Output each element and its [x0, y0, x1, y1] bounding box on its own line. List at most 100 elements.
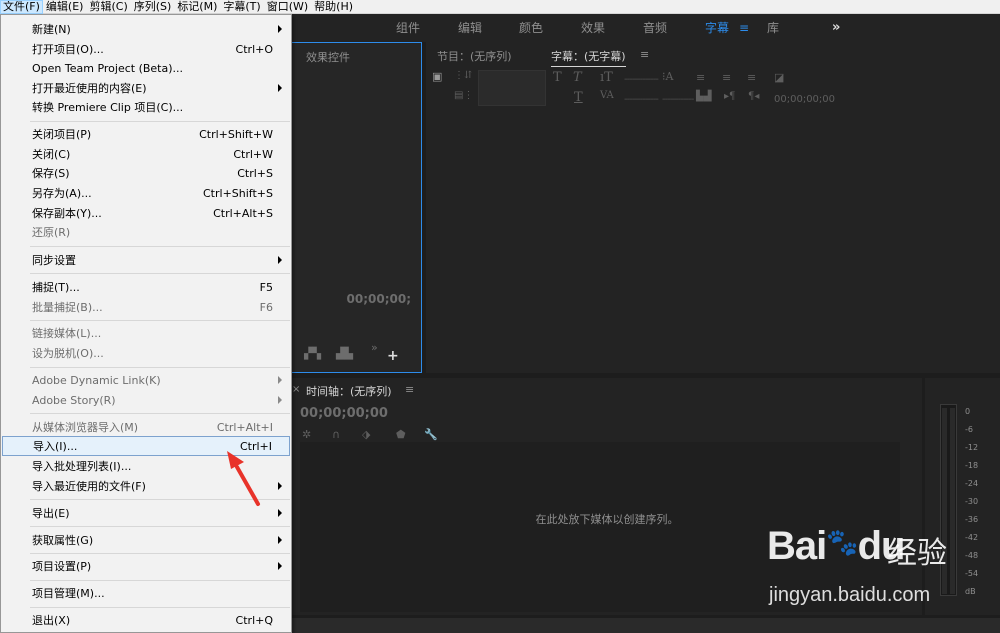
menu-separator [30, 320, 290, 321]
menu-item-open-project[interactable]: 打开项目(O)... Ctrl+O [2, 39, 290, 59]
workspace-tab-effects[interactable]: 效果 [581, 14, 605, 42]
font-size-icon[interactable]: ıT [600, 70, 613, 85]
menu-item-project-manager[interactable]: 项目管理(M)... [2, 583, 290, 603]
tab-stops-icon[interactable]: ▙▟ [696, 91, 711, 102]
meter-label: -18 [965, 461, 979, 470]
menu-item-capture[interactable]: 捕捉(T)... F5 [2, 277, 290, 297]
menu-item-make-offline[interactable]: 设为脱机(O)... [2, 343, 290, 363]
leading-icon[interactable]: ⁝A [662, 70, 673, 83]
caption-type-icon[interactable]: ▣ [432, 70, 442, 83]
nest-icon[interactable]: ✲ [302, 428, 311, 441]
submenu-arrow-icon [278, 482, 282, 490]
menu-item-convert-clip[interactable]: 转换 Premiere Clip 项目(C)... [2, 97, 290, 117]
bold-icon[interactable]: T [553, 70, 562, 85]
background-icon[interactable]: ◪ [774, 71, 784, 84]
underline-icon[interactable]: T [574, 90, 583, 105]
linked-selection-icon[interactable]: ⬗ [362, 428, 370, 441]
menu-item-dynamic-link[interactable]: Adobe Dynamic Link(K) [2, 370, 290, 390]
menu-separator [30, 367, 290, 368]
annotation-arrow-icon [227, 451, 260, 506]
kerning-field[interactable]: ------------- [624, 94, 659, 105]
menu-item-link-media[interactable]: 链接媒体(L)... [2, 323, 290, 343]
menu-edit[interactable]: 编辑(E) [43, 0, 87, 14]
export-icon[interactable]: ▟▙ [336, 347, 353, 360]
watermark-cn: 经验 [887, 536, 947, 571]
menu-help[interactable]: 帮助(H) [311, 0, 356, 14]
workspace-tab-assembly[interactable]: 组件 [396, 14, 420, 42]
menu-item-sync-settings[interactable]: 同步设置 [2, 250, 290, 270]
workspace-tab-color[interactable]: 颜色 [519, 14, 543, 42]
submenu-arrow-icon [278, 256, 282, 264]
leading-field[interactable]: ------------ [662, 94, 694, 105]
menu-sequence[interactable]: 序列(S) [131, 0, 175, 14]
caption-panel-menu-icon[interactable]: ≡ [640, 48, 649, 61]
tab-caption[interactable]: 字幕：(无字幕) [551, 48, 626, 67]
add-icon[interactable]: + [387, 348, 399, 364]
wrench-icon[interactable]: 🔧 [424, 428, 438, 441]
add-marker-icon[interactable]: ⬟ [396, 428, 406, 441]
workspace-tab-audio[interactable]: 音频 [643, 14, 667, 42]
menu-separator [30, 413, 290, 414]
menu-item-open-recent[interactable]: 打开最近使用的内容(E) [2, 78, 290, 98]
submenu-arrow-icon [278, 84, 282, 92]
menu-item-exit[interactable]: 退出(X) Ctrl+Q [2, 610, 290, 630]
tab-timeline[interactable]: 时间轴：(无序列) [306, 383, 392, 399]
submenu-arrow-icon [278, 376, 282, 384]
workspace-menu-icon[interactable]: ≡ [739, 14, 749, 42]
submenu-arrow-icon [278, 509, 282, 517]
italic-icon[interactable]: T [573, 70, 582, 85]
menu-item-close[interactable]: 关闭(C) Ctrl+W [2, 144, 290, 164]
menu-item-adobe-story[interactable]: Adobe Story(R) [2, 390, 290, 410]
file-menu-dropdown: 新建(N) 打开项目(O)... Ctrl+O Open Team Project… [0, 14, 292, 633]
meter-label: 0 [965, 407, 971, 416]
menu-item-get-properties[interactable]: 获取属性(G) [2, 530, 290, 550]
caption-position-icon[interactable]: ▤⋮ [454, 90, 473, 101]
menu-item-save-copy[interactable]: 保存副本(Y)... Ctrl+Alt+S [2, 203, 290, 223]
align-right-icon[interactable]: ≡ [747, 71, 756, 84]
indent-icon[interactable]: ▸¶ [724, 91, 735, 102]
snap-icon[interactable]: ∩ [332, 428, 340, 441]
meter-label: -36 [965, 515, 979, 524]
menu-item-project-settings[interactable]: 项目设置(P) [2, 556, 290, 576]
menu-separator [30, 246, 290, 247]
menu-item-revert[interactable]: 还原(R) [2, 222, 290, 242]
chevron-more-icon[interactable]: » [371, 341, 378, 354]
submenu-arrow-icon [278, 396, 282, 404]
timeline-menu-icon[interactable]: ≡ [405, 383, 414, 396]
workspace-overflow-icon[interactable]: » [832, 14, 840, 42]
menu-title[interactable]: 字幕(T) [220, 0, 263, 14]
meter-label: -24 [965, 479, 979, 488]
filter-icon[interactable]: ▞▚ [304, 347, 321, 360]
workspace-tab-titles[interactable]: 字幕 [705, 14, 729, 42]
align-center-icon[interactable]: ≡ [722, 71, 731, 84]
tab-effect-controls[interactable]: 效果控件 [306, 49, 350, 65]
tab-program[interactable]: 节目：(无序列) [437, 48, 512, 64]
outdent-icon[interactable]: ¶◂ [748, 91, 759, 102]
close-icon[interactable]: × [292, 384, 300, 395]
menu-item-new[interactable]: 新建(N) [2, 19, 290, 39]
menu-separator [30, 526, 290, 527]
submenu-arrow-icon [278, 536, 282, 544]
workspace-tab-libraries[interactable]: 库 [767, 14, 779, 42]
menu-separator [30, 273, 290, 274]
menu-marker[interactable]: 标记(M) [174, 0, 220, 14]
caption-align-icon[interactable]: ⋮⇵ [454, 70, 472, 81]
menu-bar: 文件(F) 编辑(E) 剪辑(C) 序列(S) 标记(M) 字幕(T) 窗口(W… [0, 0, 1000, 14]
watermark-brand: Bai🐾du [767, 524, 905, 568]
menu-item-save[interactable]: 保存(S) Ctrl+S [2, 163, 290, 183]
menu-item-import-from-browser[interactable]: 从媒体浏览器导入(M) Ctrl+Alt+I [2, 417, 290, 437]
menu-item-close-project[interactable]: 关闭项目(P) Ctrl+Shift+W [2, 124, 290, 144]
kerning-icon[interactable]: VA [600, 90, 614, 101]
menu-clip[interactable]: 剪辑(C) [86, 0, 130, 14]
menu-file[interactable]: 文件(F) [0, 0, 43, 14]
workspace-tab-editing[interactable]: 编辑 [458, 14, 482, 42]
submenu-arrow-icon [278, 25, 282, 33]
align-left-icon[interactable]: ≡ [696, 71, 705, 84]
font-size-field[interactable]: ------------- [624, 74, 659, 85]
menu-item-save-as[interactable]: 另存为(A)... Ctrl+Shift+S [2, 183, 290, 203]
menu-window[interactable]: 窗口(W) [264, 0, 311, 14]
timeline-timecode[interactable]: 00;00;00;00 [300, 406, 388, 421]
caption-font-dropdown[interactable] [478, 70, 546, 106]
menu-item-open-team-project[interactable]: Open Team Project (Beta)... [2, 58, 290, 78]
menu-item-batch-capture[interactable]: 批量捕捉(B)... F6 [2, 297, 290, 317]
